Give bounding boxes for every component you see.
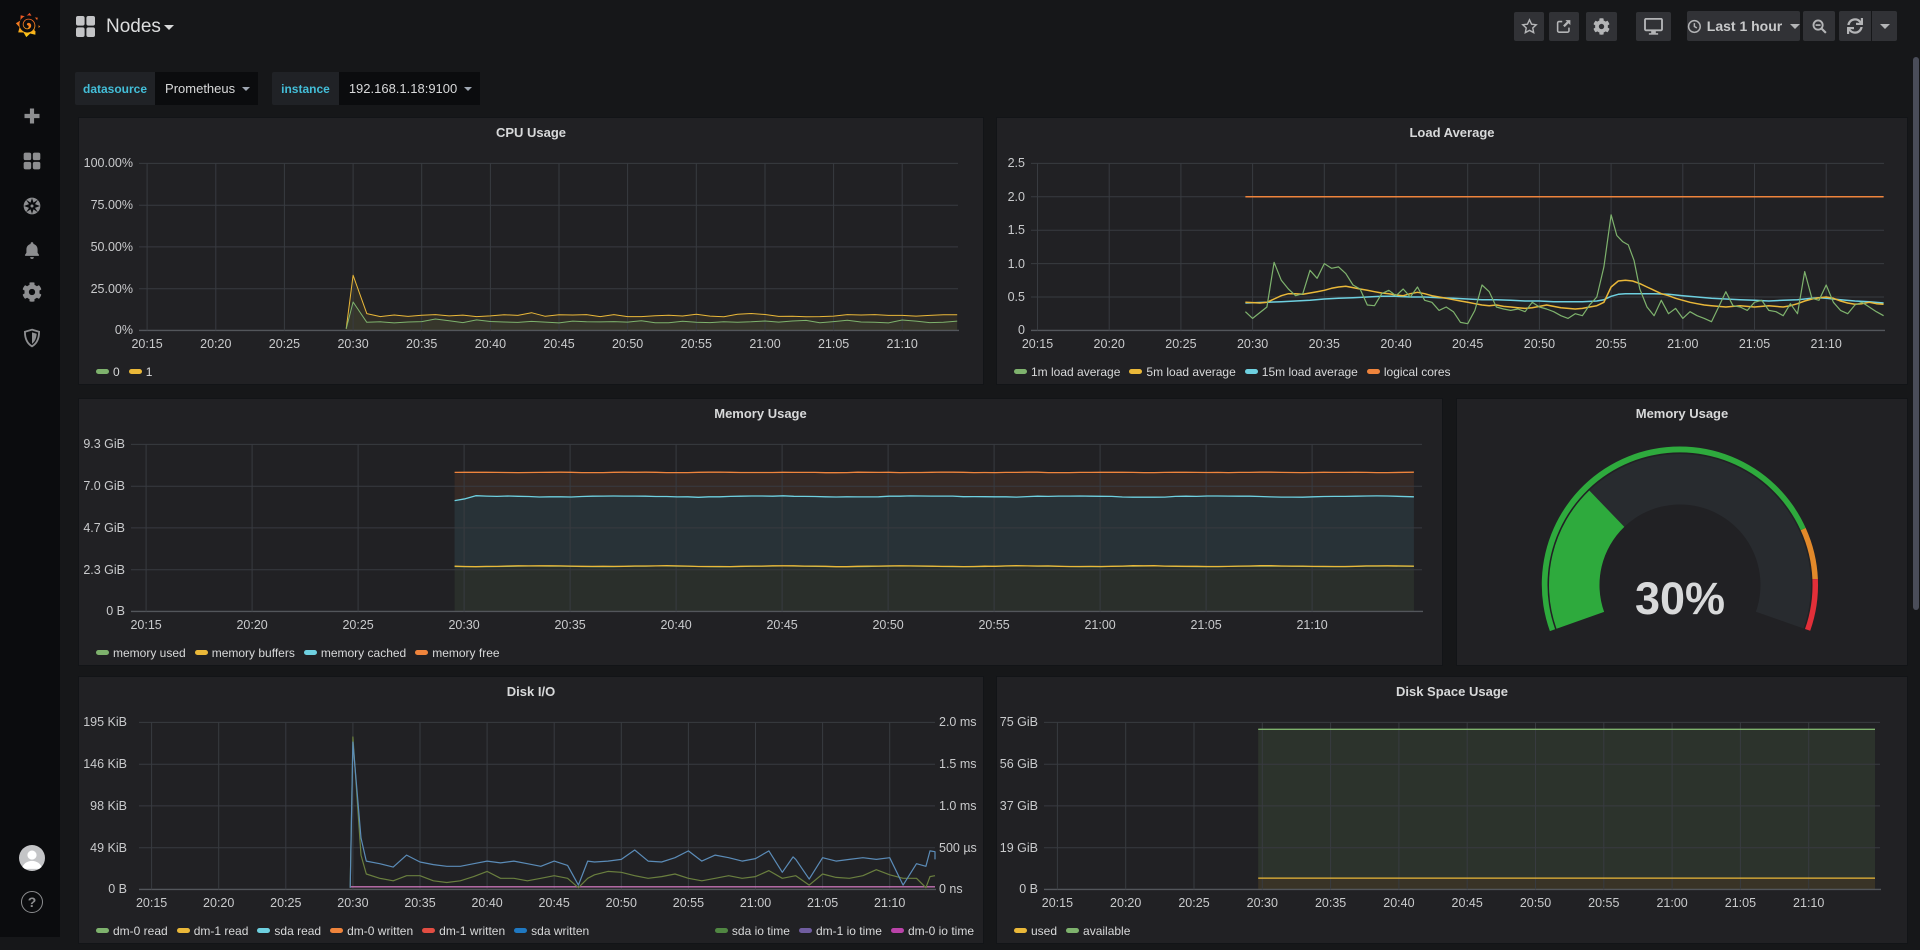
svg-text:20:55: 20:55 <box>978 618 1009 632</box>
svg-text:21:00: 21:00 <box>1667 337 1698 351</box>
svg-text:21:00: 21:00 <box>740 896 771 910</box>
svg-text:21:05: 21:05 <box>1739 337 1770 351</box>
svg-text:20:35: 20:35 <box>404 896 435 910</box>
svg-text:0.5: 0.5 <box>1008 290 1025 304</box>
svg-text:75.00%: 75.00% <box>91 198 133 212</box>
svg-text:100.00%: 100.00% <box>84 156 133 170</box>
svg-text:21:00: 21:00 <box>749 337 780 351</box>
svg-text:20:20: 20:20 <box>200 337 231 351</box>
svg-text:49 KiB: 49 KiB <box>90 841 127 855</box>
svg-text:98 KiB: 98 KiB <box>90 799 127 813</box>
svg-text:21:10: 21:10 <box>1296 618 1327 632</box>
svg-text:50.00%: 50.00% <box>91 240 133 254</box>
svg-text:20:45: 20:45 <box>1452 337 1483 351</box>
svg-text:20:40: 20:40 <box>1383 896 1414 910</box>
svg-text:2.5: 2.5 <box>1008 156 1025 170</box>
svg-text:20:50: 20:50 <box>612 337 643 351</box>
svg-text:146 KiB: 146 KiB <box>83 757 127 771</box>
svg-text:20:20: 20:20 <box>1110 896 1141 910</box>
svg-text:30%: 30% <box>1635 573 1725 624</box>
svg-text:20:25: 20:25 <box>1165 337 1196 351</box>
svg-text:25.00%: 25.00% <box>91 282 133 296</box>
svg-text:0 B: 0 B <box>106 604 125 618</box>
svg-text:20:40: 20:40 <box>660 618 691 632</box>
svg-text:20:20: 20:20 <box>1094 337 1125 351</box>
svg-text:20:45: 20:45 <box>1452 896 1483 910</box>
svg-text:20:35: 20:35 <box>1315 896 1346 910</box>
svg-text:20:15: 20:15 <box>1042 896 1073 910</box>
svg-text:20:20: 20:20 <box>203 896 234 910</box>
svg-text:20:15: 20:15 <box>131 337 162 351</box>
svg-text:20:50: 20:50 <box>606 896 637 910</box>
svg-text:20:30: 20:30 <box>337 896 368 910</box>
svg-text:21:05: 21:05 <box>1190 618 1221 632</box>
svg-text:20:45: 20:45 <box>766 618 797 632</box>
svg-text:20:30: 20:30 <box>1247 896 1278 910</box>
svg-text:37 GiB: 37 GiB <box>1000 799 1038 813</box>
svg-text:500 µs: 500 µs <box>939 841 977 855</box>
svg-text:20:30: 20:30 <box>448 618 479 632</box>
svg-text:20:30: 20:30 <box>337 337 368 351</box>
svg-text:20:15: 20:15 <box>136 896 167 910</box>
svg-text:2.0: 2.0 <box>1008 190 1025 204</box>
svg-text:20:55: 20:55 <box>673 896 704 910</box>
svg-text:7.0 GiB: 7.0 GiB <box>83 479 125 493</box>
svg-text:9.3 GiB: 9.3 GiB <box>83 437 125 451</box>
svg-text:20:45: 20:45 <box>543 337 574 351</box>
svg-text:0%: 0% <box>115 323 133 337</box>
svg-text:20:40: 20:40 <box>475 337 506 351</box>
svg-text:21:05: 21:05 <box>818 337 849 351</box>
svg-text:21:00: 21:00 <box>1084 618 1115 632</box>
svg-text:20:50: 20:50 <box>1524 337 1555 351</box>
svg-text:21:05: 21:05 <box>1725 896 1756 910</box>
svg-text:1.0: 1.0 <box>1008 257 1025 271</box>
svg-text:20:45: 20:45 <box>539 896 570 910</box>
svg-text:20:50: 20:50 <box>872 618 903 632</box>
svg-text:1.0 ms: 1.0 ms <box>939 799 977 813</box>
svg-text:2.3 GiB: 2.3 GiB <box>83 563 125 577</box>
svg-text:20:20: 20:20 <box>236 618 267 632</box>
svg-text:20:35: 20:35 <box>554 618 585 632</box>
svg-text:20:15: 20:15 <box>130 618 161 632</box>
svg-text:0 B: 0 B <box>108 882 127 896</box>
svg-text:1.5 ms: 1.5 ms <box>939 757 977 771</box>
svg-text:20:55: 20:55 <box>1588 896 1619 910</box>
svg-text:20:40: 20:40 <box>471 896 502 910</box>
svg-text:56 GiB: 56 GiB <box>1000 757 1038 771</box>
svg-text:20:25: 20:25 <box>270 896 301 910</box>
svg-text:19 GiB: 19 GiB <box>1000 841 1038 855</box>
svg-text:0: 0 <box>1018 323 1025 337</box>
svg-text:20:40: 20:40 <box>1380 337 1411 351</box>
svg-text:20:25: 20:25 <box>1178 896 1209 910</box>
svg-text:20:25: 20:25 <box>269 337 300 351</box>
svg-text:20:35: 20:35 <box>1309 337 1340 351</box>
svg-text:0 B: 0 B <box>1019 882 1038 896</box>
svg-text:20:50: 20:50 <box>1520 896 1551 910</box>
svg-text:195 KiB: 195 KiB <box>83 715 127 729</box>
svg-text:21:10: 21:10 <box>874 896 905 910</box>
svg-text:20:15: 20:15 <box>1022 337 1053 351</box>
svg-text:21:05: 21:05 <box>807 896 838 910</box>
svg-text:75 GiB: 75 GiB <box>1000 715 1038 729</box>
svg-text:21:00: 21:00 <box>1656 896 1687 910</box>
svg-text:20:55: 20:55 <box>1595 337 1626 351</box>
svg-text:21:10: 21:10 <box>1811 337 1842 351</box>
svg-text:21:10: 21:10 <box>1793 896 1824 910</box>
svg-text:2.0 ms: 2.0 ms <box>939 715 977 729</box>
svg-text:20:35: 20:35 <box>406 337 437 351</box>
svg-text:1.5: 1.5 <box>1008 223 1025 237</box>
svg-text:21:10: 21:10 <box>887 337 918 351</box>
svg-text:20:25: 20:25 <box>342 618 373 632</box>
svg-text:4.7 GiB: 4.7 GiB <box>83 521 125 535</box>
svg-text:20:30: 20:30 <box>1237 337 1268 351</box>
svg-text:0 ns: 0 ns <box>939 882 963 896</box>
svg-text:20:55: 20:55 <box>681 337 712 351</box>
